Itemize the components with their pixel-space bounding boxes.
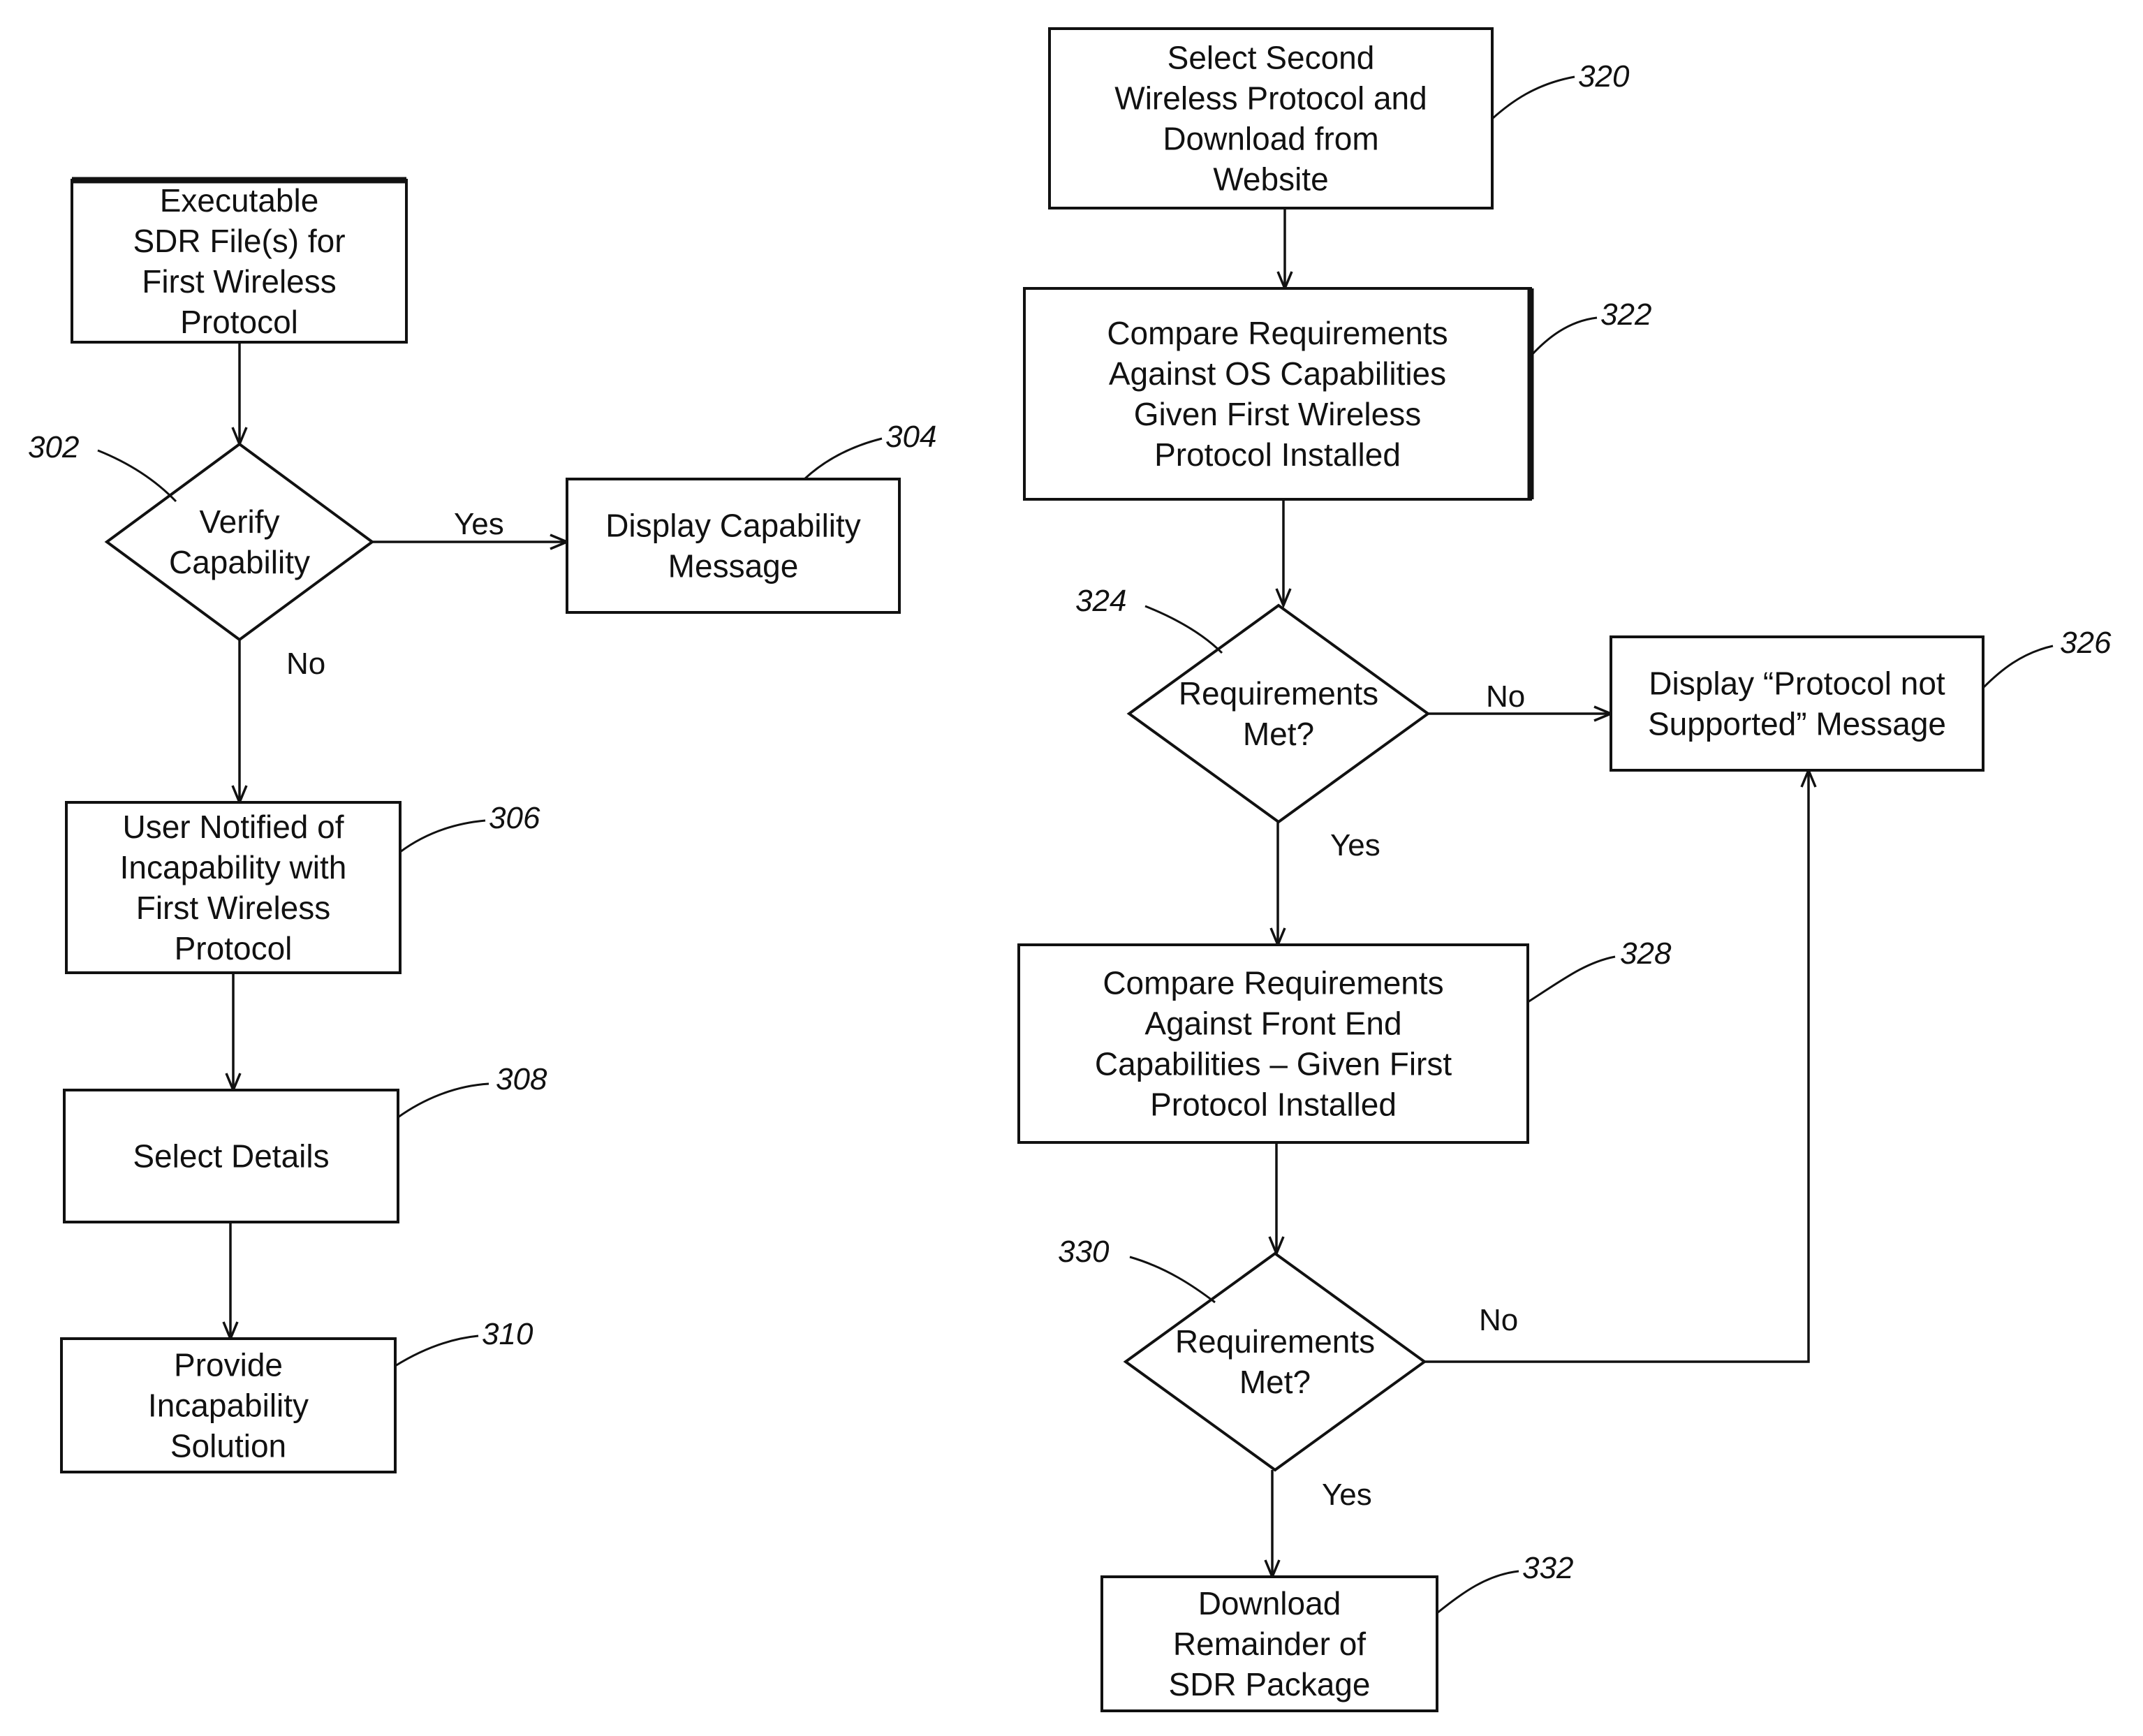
node-label-line: Capability xyxy=(169,544,310,580)
node-label-line: User Notified of xyxy=(122,809,344,845)
node-label-line: Executable xyxy=(160,182,319,219)
reference-number: 310 xyxy=(482,1317,533,1351)
node-label-line: Display Capability xyxy=(605,508,861,544)
decision-diamond xyxy=(104,442,375,642)
process-box xyxy=(1610,635,1984,772)
node-exec: Executable SDR File(s) for First Wireless P… xyxy=(71,177,408,344)
node-label-line: Message xyxy=(668,548,799,584)
node-label-line: Supported” Message xyxy=(1648,706,1946,742)
reference-leader-line xyxy=(97,449,177,503)
node-label-line: Against Front End xyxy=(1144,1006,1401,1042)
edge-label: No xyxy=(286,647,325,681)
reference-number: 320 xyxy=(1578,59,1630,94)
node-label-line: Select Details xyxy=(133,1138,329,1175)
reference-number: 326 xyxy=(2060,626,2112,660)
node-label-line: Against OS Capabilities xyxy=(1109,355,1446,392)
reference-number: 328 xyxy=(1620,936,1672,971)
reference-number: 322 xyxy=(1600,297,1651,332)
edge-label: No xyxy=(1486,679,1525,714)
node-label-line: SDR File(s) for xyxy=(133,223,345,259)
flowchart: Executable SDR File(s) for First Wireless P… xyxy=(28,27,2112,1712)
edge-label: Yes xyxy=(1330,828,1380,862)
node-label-line: Incapability xyxy=(148,1388,309,1424)
node-306: User Notified of Incapability with First W… xyxy=(65,801,402,974)
node-label-line: Incapability with xyxy=(120,849,347,885)
node-320: Select Second Wireless Protocol and Downlo… xyxy=(1048,27,1494,209)
node-label-line: Download xyxy=(1198,1585,1341,1621)
node-322: Compare Requirements Against OS Capabilit… xyxy=(1023,287,1534,501)
edge-label: Yes xyxy=(454,507,504,541)
reference-number: 330 xyxy=(1058,1235,1110,1269)
node-332: Download Remainder of SDR Package xyxy=(1100,1575,1438,1712)
node-328: Compare Requirements Against Front End Cap… xyxy=(1017,943,1529,1144)
node-label-line: Remainder of xyxy=(1173,1626,1366,1662)
node-label-line: Protocol xyxy=(180,304,298,340)
node-label-line: First Wireless xyxy=(136,890,331,926)
edge-label: No xyxy=(1479,1303,1518,1337)
process-box xyxy=(566,478,901,614)
node-label-line: Website xyxy=(1213,161,1328,198)
node-308: Select Details xyxy=(63,1089,399,1223)
node-label-line: Provide xyxy=(174,1347,283,1383)
node-label-line: Requirements xyxy=(1175,1323,1375,1360)
node-304: Display Capability Message xyxy=(566,478,901,614)
node-label-line: Compare Requirements xyxy=(1107,315,1448,351)
reference-number: 306 xyxy=(489,801,540,835)
node-label-line: Met? xyxy=(1239,1364,1311,1400)
node-label-line: First Wireless xyxy=(142,263,337,300)
node-302: Verify Capability xyxy=(104,442,375,642)
reference-leader-line xyxy=(1527,955,1616,1003)
node-324: Requirements Met? xyxy=(1126,603,1431,824)
node-label-line: Protocol xyxy=(175,930,293,966)
reference-leader-line xyxy=(803,437,883,480)
node-label-line: Protocol Installed xyxy=(1154,436,1401,473)
node-label-line: Wireless Protocol and xyxy=(1114,80,1427,117)
edge-label: Yes xyxy=(1322,1478,1372,1512)
node-label-line: Requirements xyxy=(1179,675,1378,712)
node-label-line: Verify xyxy=(199,503,279,540)
node-label-line: SDR Package xyxy=(1169,1666,1371,1702)
reference-number: 324 xyxy=(1075,584,1126,618)
node-326: Display “Protocol not Supported” Message xyxy=(1610,635,1984,772)
node-310: Provide Incapability Solution xyxy=(60,1337,397,1473)
node-label-line: Solution xyxy=(170,1428,286,1464)
node-label-line: Capabilities – Given First xyxy=(1095,1046,1452,1082)
reference-leader-line xyxy=(395,1334,479,1367)
reference-leader-line xyxy=(1529,316,1598,358)
reference-leader-line xyxy=(1144,605,1223,654)
decision-diamond xyxy=(1126,603,1431,824)
reference-leader-line xyxy=(1982,645,2054,689)
node-330: Requirements Met? xyxy=(1123,1251,1427,1472)
reference-leader-line xyxy=(399,819,486,853)
node-label-line: Display “Protocol not xyxy=(1649,665,1945,702)
node-label-line: Given First Wireless xyxy=(1134,396,1421,432)
reference-leader-line xyxy=(1129,1256,1216,1304)
reference-leader-line xyxy=(1436,1570,1519,1614)
node-label-line: Compare Requirements xyxy=(1103,965,1443,1001)
reference-number: 308 xyxy=(496,1062,547,1096)
reference-number: 332 xyxy=(1522,1551,1573,1585)
reference-leader-line xyxy=(397,1082,489,1119)
node-label-line: Protocol Installed xyxy=(1150,1087,1397,1123)
reference-leader-line xyxy=(1492,75,1575,120)
reference-number: 302 xyxy=(28,430,79,464)
reference-number: 304 xyxy=(885,420,936,454)
node-label-line: Select Second xyxy=(1168,40,1375,76)
node-label-line: Met? xyxy=(1243,716,1314,752)
node-label-line: Download from xyxy=(1163,121,1378,157)
decision-diamond xyxy=(1123,1251,1427,1472)
